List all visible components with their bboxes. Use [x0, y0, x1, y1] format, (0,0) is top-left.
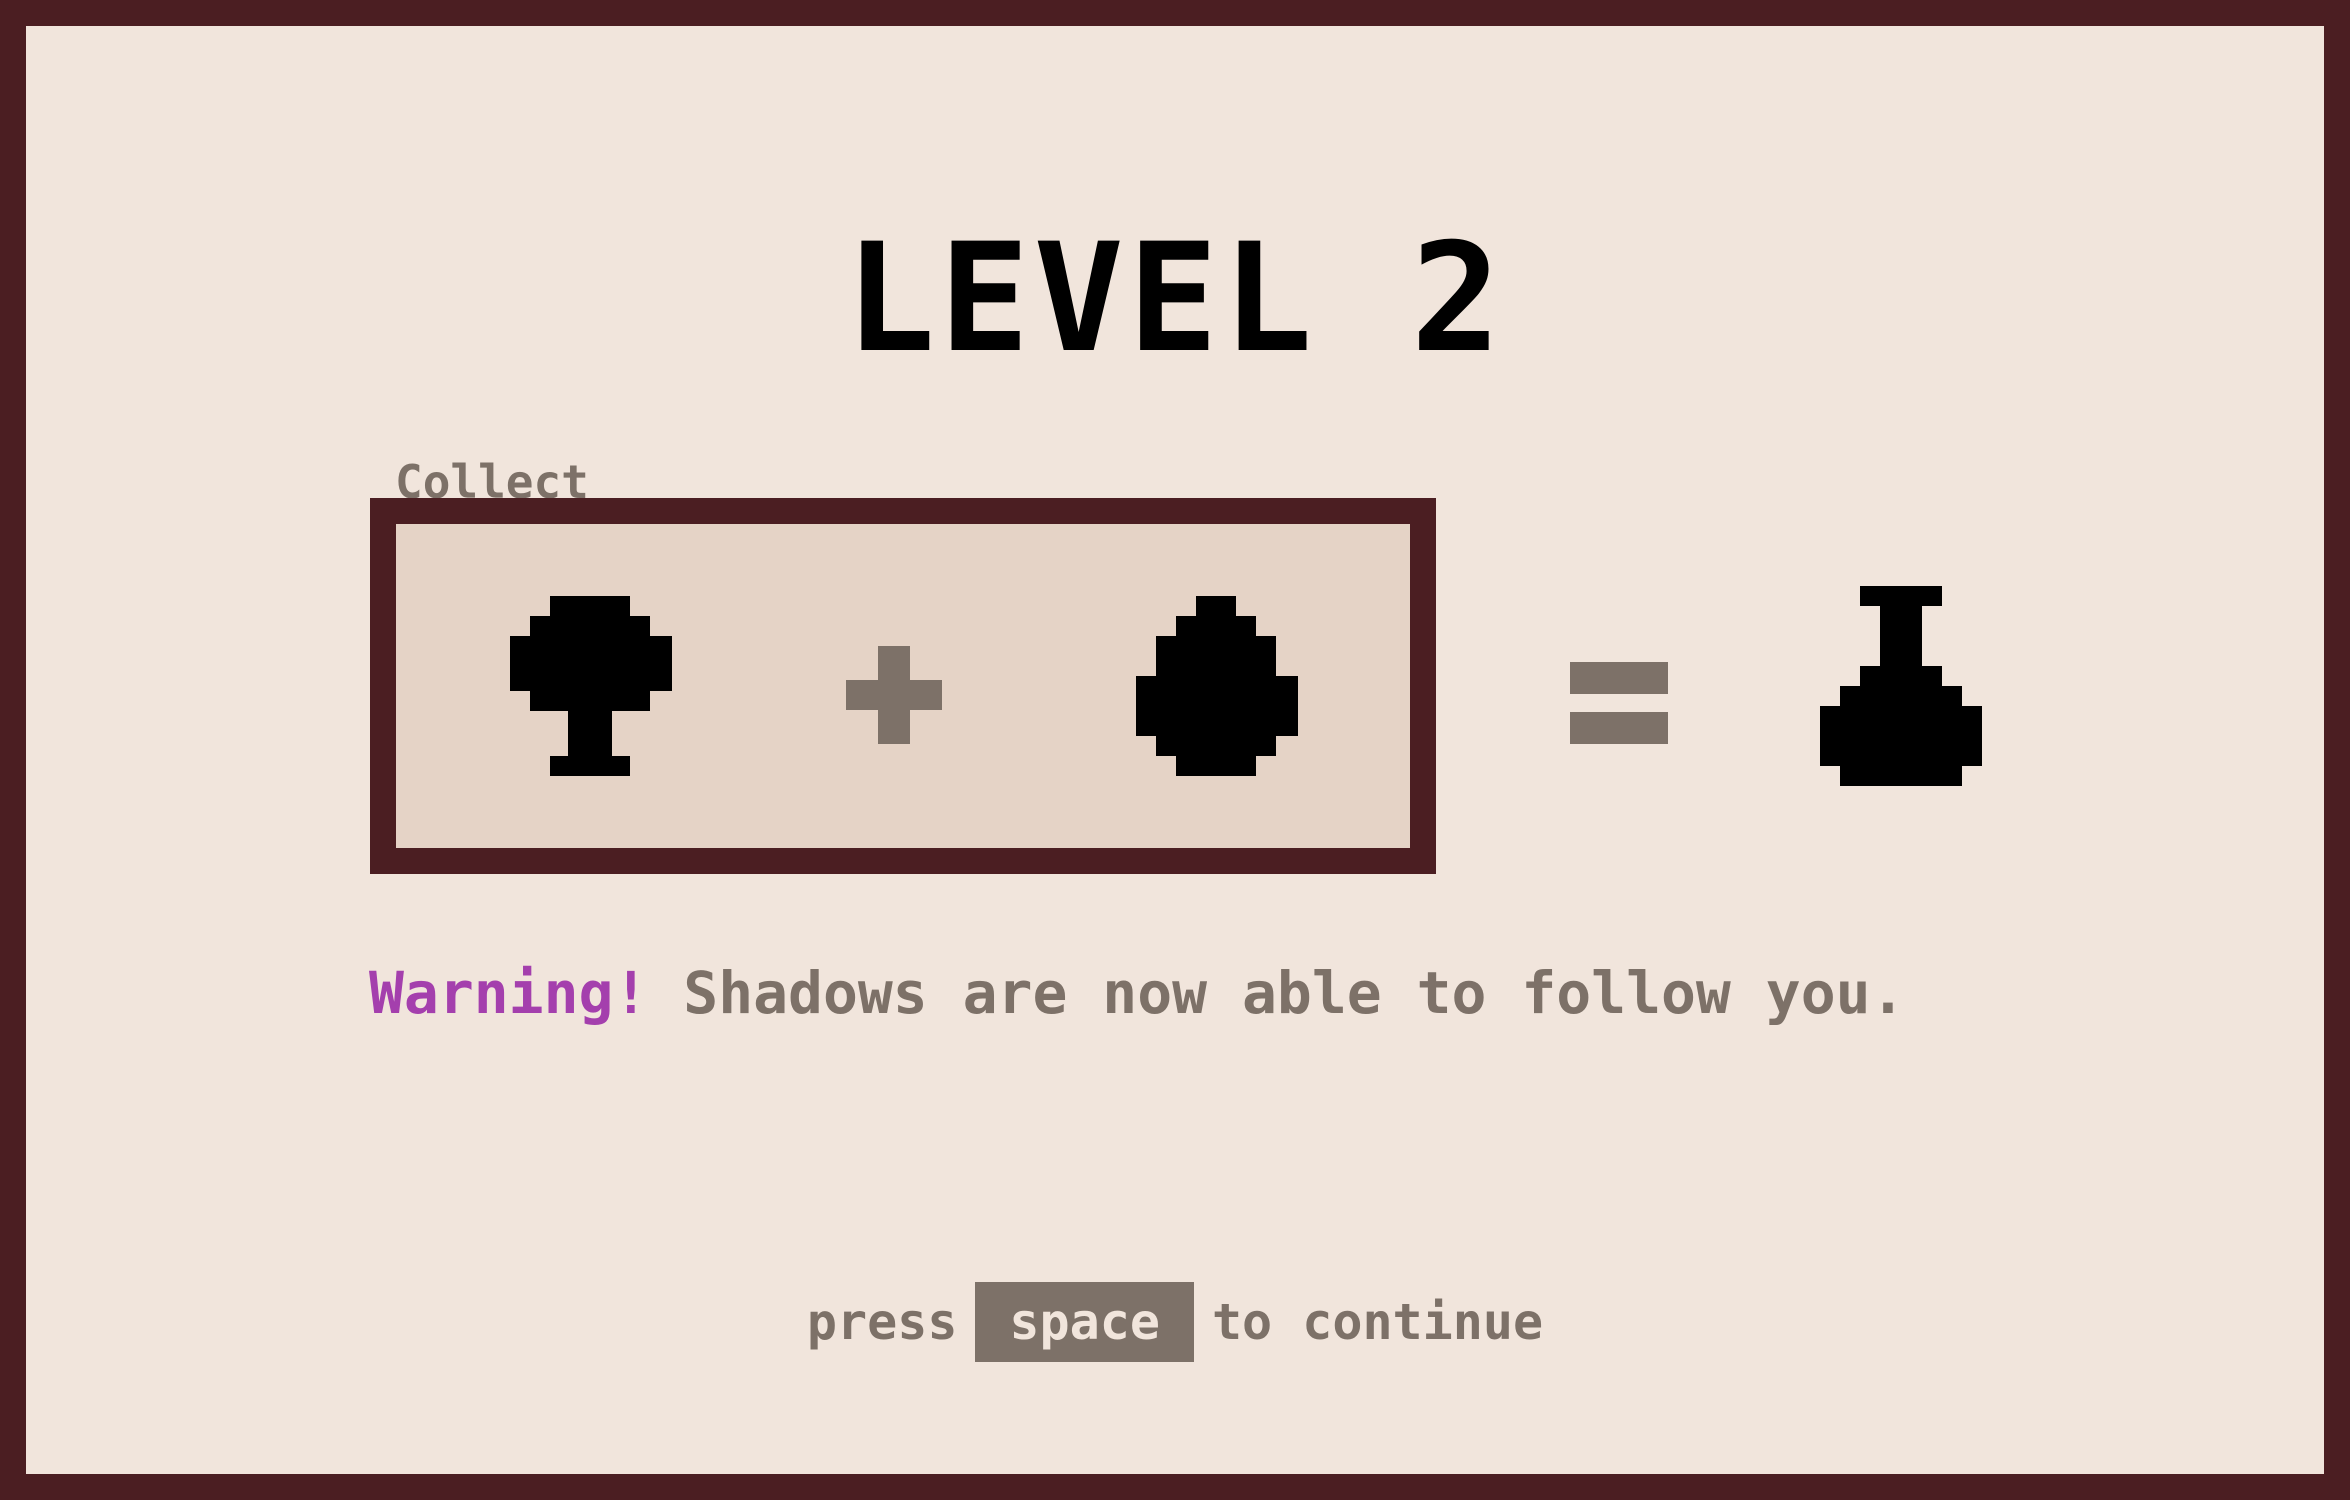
potion-icon	[1820, 586, 1982, 786]
warning-prefix: Warning!	[369, 959, 649, 1027]
level-title: LEVEL 2	[844, 212, 1506, 386]
prompt-before: press	[806, 1293, 958, 1351]
prompt-after: to continue	[1211, 1293, 1544, 1351]
warning-message: Shadows are now able to follow you.	[683, 959, 1906, 1027]
equals-icon	[1570, 662, 1668, 744]
continue-prompt: press space to continue	[0, 1282, 2350, 1362]
egg-icon	[1136, 596, 1298, 776]
tree-icon	[510, 596, 672, 776]
warning-text: Warning! Shadows are now able to follow …	[369, 958, 1905, 1028]
plus-icon	[846, 646, 942, 744]
space-key[interactable]: space	[975, 1282, 1194, 1362]
